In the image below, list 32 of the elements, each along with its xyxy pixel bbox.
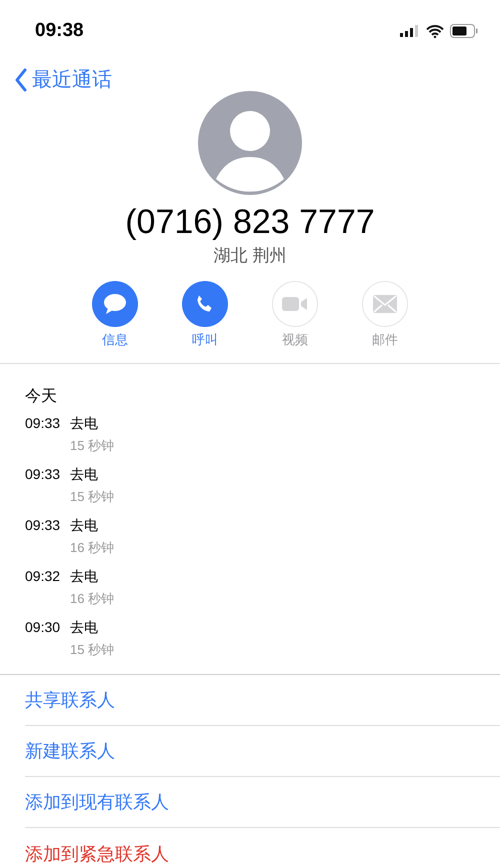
avatar-icon	[198, 91, 302, 195]
call-time: 09:33	[25, 517, 60, 535]
chevron-left-icon	[14, 68, 28, 92]
date-header: 今天	[25, 387, 58, 407]
signal-icon	[400, 25, 420, 37]
envelope-icon	[373, 295, 397, 313]
call-duration: 15 秒钟	[70, 641, 114, 659]
wifi-icon	[426, 24, 444, 38]
call-duration: 16 秒钟	[70, 590, 114, 608]
call-type: 去电	[70, 517, 100, 535]
call-duration: 15 秒钟	[70, 488, 114, 506]
phone-number: (0716) 823 7777	[125, 203, 375, 242]
call-time: 09:33	[25, 415, 60, 433]
call-type: 去电	[70, 568, 100, 586]
call-type: 去电	[70, 619, 100, 637]
video-camera-icon	[282, 296, 308, 312]
call-time: 09:32	[25, 568, 60, 586]
contact-option-button[interactable]: 新建联系人	[25, 726, 500, 777]
call-type: 去电	[70, 415, 100, 433]
location-label: 湖北 荆州	[214, 245, 286, 267]
status-time: 09:38	[35, 20, 84, 42]
contact-option-button[interactable]: 添加到现有联系人	[25, 777, 500, 828]
contact-option-button[interactable]: 共享联系人	[25, 675, 500, 726]
call-duration: 16 秒钟	[70, 539, 114, 557]
call-duration: 15 秒钟	[70, 437, 114, 455]
speech-bubble-icon	[103, 293, 127, 315]
contact-option-button[interactable]: 添加到紧急联系人	[25, 828, 500, 865]
call-time: 09:30	[25, 619, 60, 637]
call-type: 去电	[70, 466, 100, 484]
back-button[interactable]: 最近通话	[14, 66, 112, 93]
battery-icon	[450, 24, 478, 38]
call-time: 09:33	[25, 466, 60, 484]
